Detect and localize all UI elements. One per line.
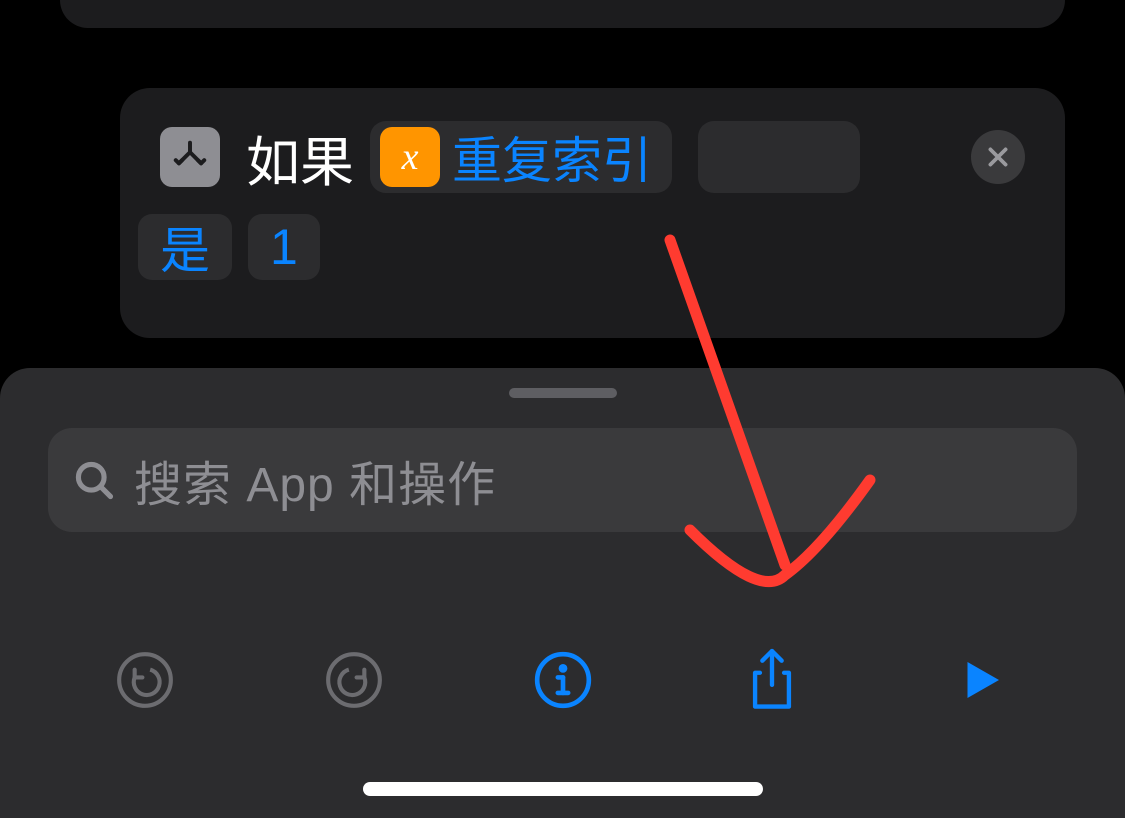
if-condition-row: 如果 x 重复索引 [160, 124, 1025, 190]
delete-action-button[interactable] [971, 130, 1025, 184]
if-keyword: 如果 [246, 118, 354, 197]
if-value-row: 是 1 [160, 214, 1025, 280]
run-button[interactable] [941, 640, 1021, 720]
variable-icon: x [380, 127, 440, 187]
variable-icon-label: x [402, 135, 419, 179]
share-icon [743, 646, 801, 714]
undo-icon [114, 649, 176, 711]
empty-parameter-slot[interactable] [698, 121, 860, 193]
redo-button[interactable] [314, 640, 394, 720]
value-label: 1 [270, 218, 298, 276]
search-icon [72, 458, 116, 502]
info-icon [532, 649, 594, 711]
variable-token[interactable]: x 重复索引 [370, 121, 672, 193]
condition-token[interactable]: 是 [138, 214, 232, 280]
close-icon [985, 144, 1011, 170]
play-icon [954, 653, 1008, 707]
share-button[interactable] [732, 640, 812, 720]
if-action-card[interactable]: 如果 x 重复索引 是 1 [120, 88, 1065, 338]
undo-button[interactable] [105, 640, 185, 720]
value-token[interactable]: 1 [248, 214, 320, 280]
search-placeholder: 搜索 App 和操作 [134, 445, 496, 515]
redo-icon [323, 649, 385, 711]
search-input[interactable]: 搜索 App 和操作 [48, 428, 1077, 532]
home-indicator[interactable] [363, 782, 763, 796]
search-panel: 搜索 App 和操作 [0, 368, 1125, 818]
drag-handle[interactable] [509, 388, 617, 398]
bottom-toolbar [0, 630, 1125, 730]
previous-action-card [60, 0, 1065, 28]
condition-label: 是 [160, 211, 210, 283]
variable-label: 重复索引 [452, 121, 652, 193]
info-button[interactable] [523, 640, 603, 720]
branch-icon [160, 127, 220, 187]
